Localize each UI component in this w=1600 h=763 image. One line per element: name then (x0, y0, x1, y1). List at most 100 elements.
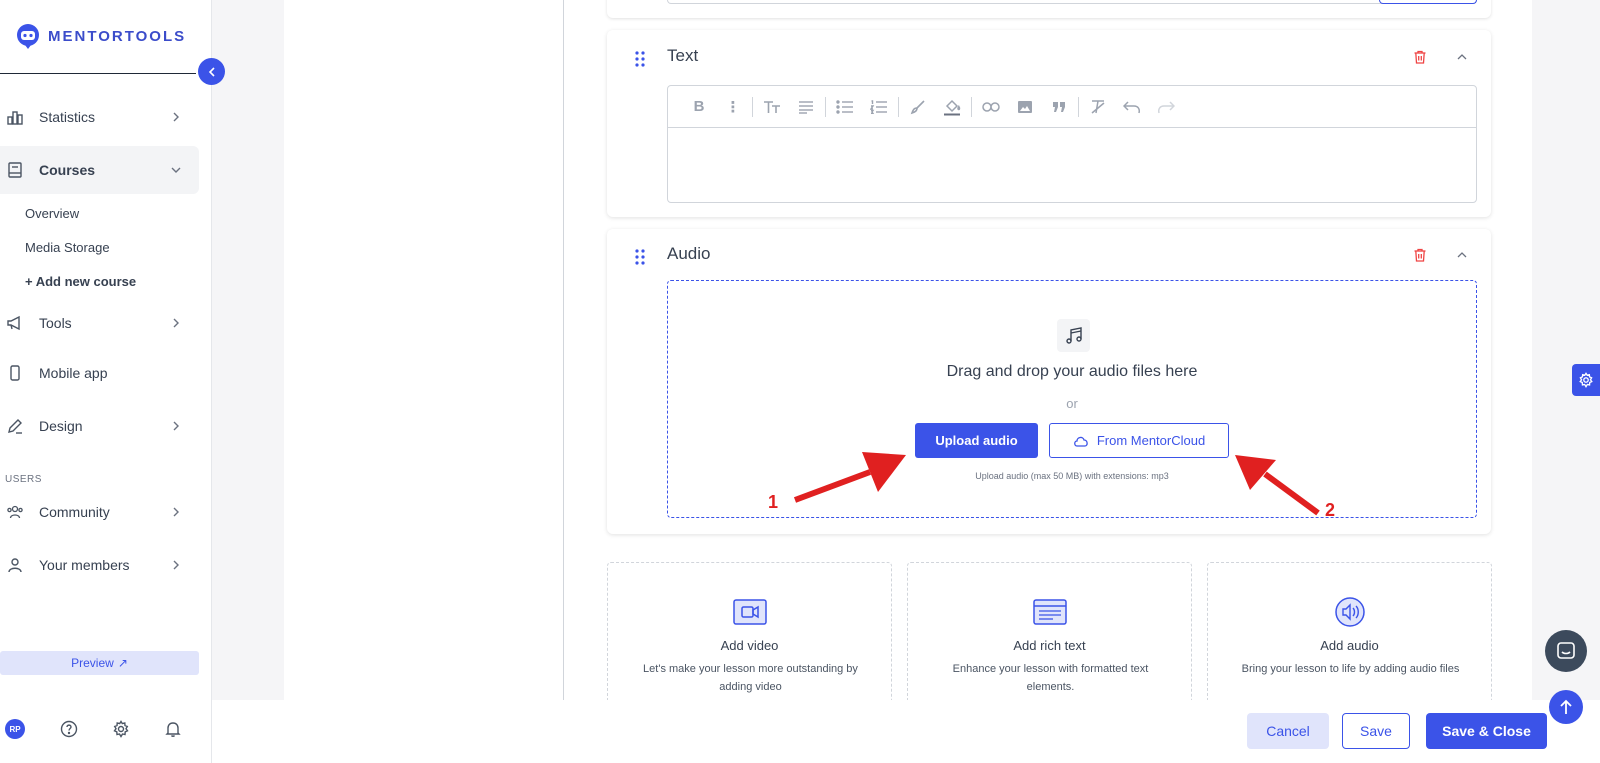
column-divider (563, 0, 564, 700)
align-icon[interactable] (789, 92, 823, 122)
fill-color-icon[interactable] (935, 92, 969, 122)
upload-audio-button[interactable]: Upload audio (915, 423, 1038, 458)
sidebar-item-tools[interactable]: Tools (0, 299, 199, 347)
scroll-to-top-button[interactable] (1549, 690, 1583, 724)
logo[interactable]: MENTORTOOLS (14, 22, 186, 50)
brush-icon[interactable] (901, 92, 935, 122)
annotation-number-2: 2 (1325, 500, 1336, 520)
sidebar-item-design[interactable]: Design (0, 402, 199, 450)
more-icon[interactable]: ⋮ (716, 92, 750, 122)
quote-icon[interactable] (1042, 92, 1076, 122)
preview-label: Preview (71, 656, 114, 670)
help-icon[interactable] (58, 718, 80, 740)
add-video-card[interactable]: Add video Let's make your lesson more ou… (607, 562, 892, 712)
sidebar-footer: RP (0, 715, 199, 743)
chevron-up-icon[interactable] (1455, 50, 1469, 64)
gear-icon[interactable] (110, 718, 132, 740)
user-icon (6, 556, 24, 574)
sidebar-item-label: Tools (39, 315, 72, 331)
add-card-description: Bring your lesson to life by adding audi… (1241, 663, 1460, 675)
trash-icon[interactable] (1412, 247, 1428, 263)
trash-icon[interactable] (1412, 49, 1428, 65)
pencil-icon (6, 417, 24, 435)
link-icon[interactable] (974, 92, 1008, 122)
drag-handle-icon[interactable] (634, 248, 646, 266)
video-icon (732, 599, 767, 625)
arrow-up-icon (1560, 699, 1572, 714)
bar-chart-icon (6, 108, 24, 126)
drag-handle-icon[interactable] (634, 50, 646, 68)
dropzone-or: or (1066, 396, 1078, 411)
editor-toolbar: B ⋮ (668, 86, 1476, 128)
chevron-right-icon (167, 314, 185, 332)
sidebar-item-label: Community (39, 504, 110, 520)
collapse-sidebar-button[interactable] (198, 58, 225, 85)
chevron-down-icon (167, 161, 185, 179)
toolbar-divider (898, 96, 899, 117)
toolbar-divider (1078, 96, 1079, 117)
chat-icon (1557, 642, 1575, 659)
cloud-icon (1073, 436, 1088, 447)
audio-dropzone[interactable]: Drag and drop your audio files here or U… (667, 280, 1477, 518)
save-button[interactable]: Save (1342, 713, 1410, 749)
bold-icon[interactable]: B (682, 92, 716, 122)
sidebar-item-your-members[interactable]: Your members (0, 541, 199, 589)
chat-button[interactable] (1545, 630, 1587, 672)
chevron-left-icon (208, 66, 215, 77)
add-card-description: Enhance your lesson with formatted text … (952, 663, 1149, 693)
from-mentorcloud-button[interactable]: From MentorCloud (1049, 423, 1229, 458)
numbered-list-icon[interactable] (862, 92, 896, 122)
add-card-title: Add rich text (1013, 638, 1086, 653)
megaphone-icon (6, 314, 24, 332)
avatar[interactable]: RP (5, 719, 25, 739)
bullet-list-icon[interactable] (828, 92, 862, 122)
toolbar-divider (825, 96, 826, 117)
add-card-title: Add audio (1320, 638, 1379, 653)
chevron-up-icon[interactable] (1455, 248, 1469, 262)
text-size-icon[interactable] (755, 92, 789, 122)
save-and-close-button[interactable]: Save & Close (1426, 713, 1547, 749)
previous-block-button[interactable] (1379, 0, 1477, 4)
book-icon (6, 161, 24, 179)
sidebar-subitem-overview[interactable]: Overview (25, 206, 79, 221)
sidebar-subitem-media-storage[interactable]: Media Storage (25, 240, 110, 255)
cancel-button[interactable]: Cancel (1247, 713, 1329, 749)
sidebar-item-label: Design (39, 418, 83, 434)
add-rich-text-card[interactable]: Add rich text Enhance your lesson with f… (907, 562, 1192, 712)
text-block-card: Text B ⋮ (607, 30, 1491, 217)
settings-tab[interactable] (1572, 364, 1600, 396)
phone-icon (6, 364, 24, 382)
bell-icon[interactable] (162, 718, 184, 740)
brand-name: MENTORTOOLS (48, 27, 187, 45)
toolbar-divider (971, 96, 972, 117)
sidebar-item-courses[interactable]: Courses (0, 146, 199, 194)
sidebar-item-community[interactable]: Community (0, 488, 199, 536)
footer-bar: Cancel Save Save & Close (212, 700, 1600, 763)
chevron-right-icon (167, 108, 185, 126)
image-icon[interactable] (1008, 92, 1042, 122)
gear-icon (1579, 372, 1593, 388)
sidebar-item-mobile-app[interactable]: Mobile app (0, 349, 199, 397)
sidebar-item-label: Your members (39, 557, 130, 573)
redo-icon[interactable] (1149, 92, 1183, 122)
clear-format-icon[interactable] (1081, 92, 1115, 122)
rich-text-icon (1032, 599, 1067, 625)
add-audio-card[interactable]: Add audio Bring your lesson to life by a… (1207, 562, 1492, 712)
previous-block-input[interactable] (667, 0, 1477, 4)
chevron-right-icon (167, 417, 185, 435)
undo-icon[interactable] (1115, 92, 1149, 122)
preview-button[interactable]: Preview ↗ (0, 651, 199, 675)
sidebar-item-label: Statistics (39, 109, 96, 125)
sidebar-item-statistics[interactable]: Statistics (0, 93, 199, 141)
audio-block-title: Audio (667, 244, 711, 263)
section-label-users: USERS (5, 474, 42, 485)
upload-hint: Upload audio (max 50 MB) with extensions… (975, 471, 1169, 481)
editor-content-area[interactable] (668, 128, 1476, 202)
add-card-description: Let's make your lesson more outstanding … (643, 663, 858, 693)
chevron-right-icon (167, 503, 185, 521)
chevron-right-icon (167, 556, 185, 574)
audio-block-card: Audio Drag and drop your audio files her… (607, 229, 1491, 534)
sidebar-subitem-add-course[interactable]: + Add new course (25, 274, 136, 289)
annotation-number-1: 1 (768, 492, 779, 512)
logo-icon (17, 24, 39, 49)
